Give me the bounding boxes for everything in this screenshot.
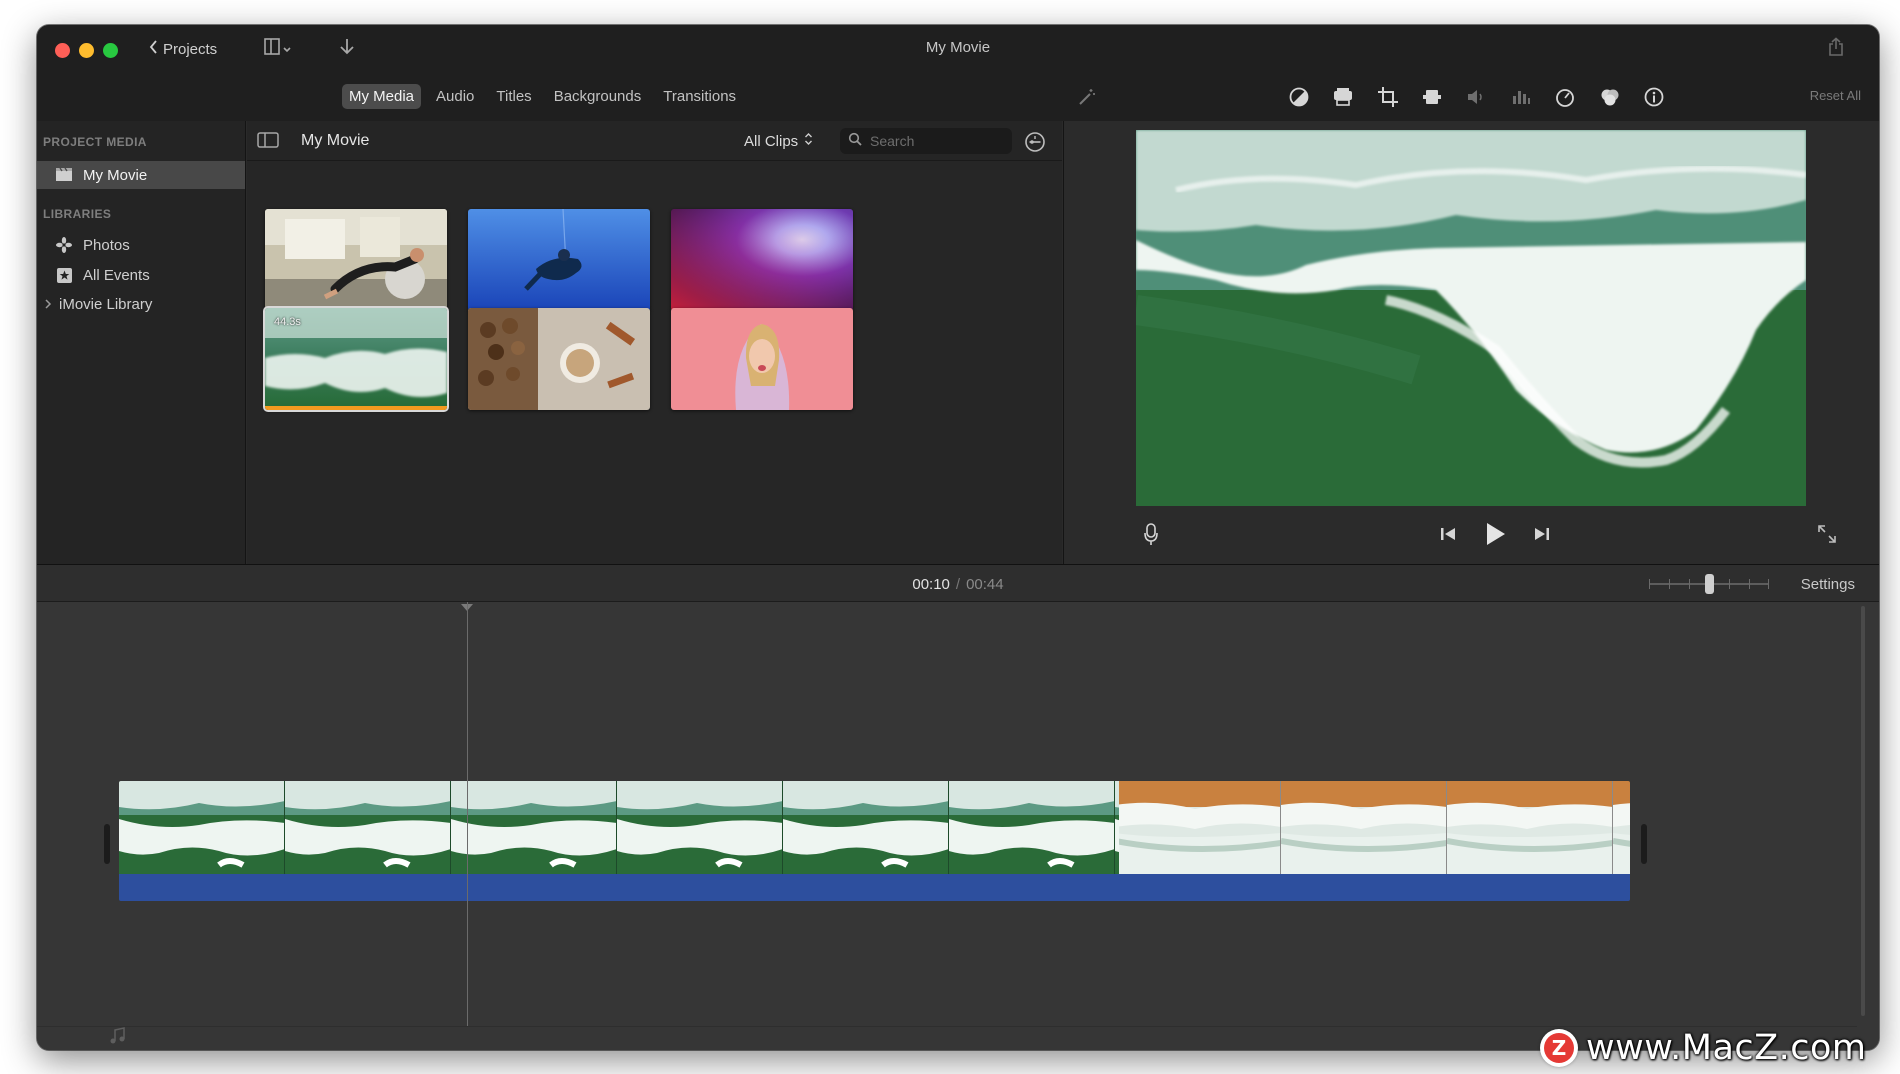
browser-settings-button[interactable] [1023, 130, 1047, 154]
timeline-clip-ocean-waves[interactable] [119, 781, 1630, 901]
sidebar-item-label: My Movie [83, 166, 148, 184]
media-thumbnail-nuts-and-coffee[interactable] [468, 308, 650, 410]
speed-icon[interactable] [1551, 84, 1579, 110]
watermark-logo: Z [1540, 1029, 1578, 1067]
microphone-icon[interactable] [1136, 519, 1166, 549]
clip-filter-label: All Clips [744, 132, 799, 150]
color-correction-icon[interactable] [1329, 84, 1357, 110]
video-preview[interactable] [1136, 130, 1806, 506]
timeline-zoom-slider[interactable] [1649, 574, 1769, 594]
media-thumbnail-ocean-waves[interactable]: 44.3s [265, 308, 447, 410]
star-icon [55, 266, 73, 284]
skip-forward-icon[interactable] [1527, 519, 1557, 549]
clip-filmstrip [119, 781, 1630, 874]
browser-tabs-bar: My Media Audio Titles Backgrounds Transi… [37, 73, 1063, 121]
timeline-toolbar: 00:10 / 00:44 Settings [37, 564, 1879, 602]
sidebar-item-my-movie[interactable]: My Movie [37, 161, 245, 189]
total-duration: 00:44 [966, 576, 1004, 593]
clip-filter-select[interactable]: All Clips [744, 132, 813, 150]
zoom-tick [1729, 579, 1730, 589]
sidebar-item-all-events[interactable]: All Events [37, 261, 245, 289]
tab-transitions[interactable]: Transitions [656, 84, 743, 109]
watermark-logo-letter: Z [1544, 1033, 1574, 1063]
play-icon[interactable] [1480, 519, 1510, 549]
libraries-sidebar: PROJECT MEDIA My Movie LIBRARIES Photos … [37, 121, 246, 564]
noise-reduction-icon[interactable] [1507, 84, 1535, 110]
clip-end-trim-handle[interactable] [1641, 824, 1647, 864]
viewer [1063, 121, 1879, 564]
libraries-header: LIBRARIES [43, 207, 112, 221]
sidebar-item-label: iMovie Library [59, 295, 153, 313]
tab-backgrounds[interactable]: Backgrounds [547, 84, 649, 109]
film-icon [55, 166, 73, 184]
watermark: Z www.MacZ.com [1540, 1026, 1867, 1070]
zoom-tick [1649, 579, 1650, 589]
magic-wand-icon[interactable] [1073, 84, 1101, 110]
search-field[interactable] [840, 128, 1012, 154]
imovie-window: Projects My Movie My Media Audio Titles … [37, 25, 1879, 1050]
browser-title: My Movie [301, 132, 370, 149]
skip-back-icon[interactable] [1433, 519, 1463, 549]
sidebar-item-label: Photos [83, 236, 130, 254]
playhead[interactable] [467, 602, 468, 1026]
tab-my-media[interactable]: My Media [342, 84, 422, 109]
zoom-tick [1749, 579, 1750, 589]
used-range-indicator [265, 406, 447, 410]
timeline-scrollbar[interactable] [1861, 606, 1865, 1016]
tab-titles[interactable]: Titles [489, 84, 538, 109]
media-thumbnail-underwater-swimmer[interactable] [468, 209, 650, 311]
share-button[interactable] [1824, 36, 1848, 62]
share-icon [1827, 36, 1845, 62]
zoom-tick [1768, 579, 1769, 589]
clip-start-trim-handle[interactable] [104, 824, 110, 864]
sidebar-toggle-icon [257, 132, 279, 153]
time-separator: / [955, 576, 961, 593]
media-thumbnail-portrait[interactable] [671, 308, 853, 410]
clip-duration: 44.3s [274, 316, 301, 328]
sidebar-item-photos[interactable]: Photos [37, 231, 245, 259]
fullscreen-icon[interactable] [1812, 519, 1842, 549]
stabilization-icon[interactable] [1418, 84, 1446, 110]
window-title: My Movie [925, 39, 991, 56]
sidebar-item-label: All Events [83, 266, 150, 284]
timecode-display: 00:10 / 00:44 [37, 576, 1879, 593]
crop-icon[interactable] [1374, 84, 1402, 110]
volume-icon[interactable] [1462, 84, 1490, 110]
music-note-icon [107, 1026, 129, 1046]
color-balance-icon[interactable] [1285, 84, 1313, 110]
project-media-header: PROJECT MEDIA [43, 135, 147, 149]
clip-audio-track [119, 874, 1630, 901]
toggle-sidebar-button[interactable] [257, 131, 279, 151]
browser-header: My Movie All Clips [247, 121, 1062, 161]
media-browser: My Movie All Clips Search 44.3s [247, 121, 1062, 564]
chevron-right-icon[interactable] [43, 295, 53, 313]
current-time: 00:10 [912, 576, 950, 593]
search-input[interactable] [870, 133, 1000, 149]
clip-filter-icon[interactable] [1596, 84, 1624, 110]
zoom-tick [1669, 579, 1670, 589]
timeline[interactable] [37, 602, 1879, 1050]
search-icon [848, 132, 862, 151]
zoom-tick [1689, 579, 1690, 589]
reset-all-button[interactable]: Reset All [1810, 88, 1861, 103]
tab-audio[interactable]: Audio [429, 84, 481, 109]
photos-icon [55, 236, 73, 254]
media-thumbnail-gym-workout[interactable] [265, 209, 447, 311]
sidebar-item-imovie-library[interactable]: iMovie Library [37, 290, 245, 318]
watermark-text: www.MacZ.com [1586, 1028, 1867, 1068]
zoom-slider-knob[interactable] [1704, 574, 1714, 594]
settings-dial-icon [1023, 132, 1047, 158]
timeline-settings-button[interactable]: Settings [1801, 576, 1855, 593]
info-icon[interactable] [1640, 84, 1668, 110]
media-thumbnail-galaxy[interactable] [671, 209, 853, 311]
title-bar: Projects My Movie [37, 25, 1879, 73]
updown-chevron-icon [804, 132, 813, 150]
adjustments-toolbar: Reset All [1063, 73, 1879, 121]
